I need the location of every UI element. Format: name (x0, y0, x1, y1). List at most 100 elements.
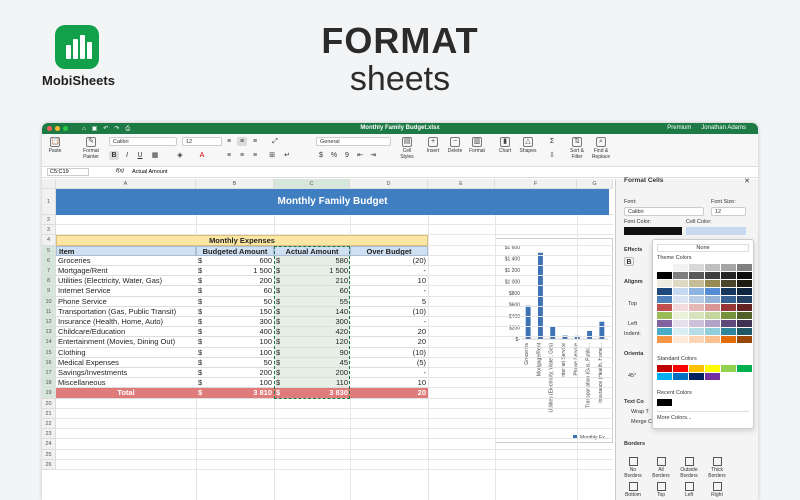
budget-cell[interactable]: $200 (196, 368, 274, 379)
fill-icon[interactable]: ⇩ (547, 151, 557, 160)
color-swatch[interactable] (737, 328, 752, 335)
budget-cell[interactable]: $400 (196, 327, 274, 338)
over-cell[interactable]: (20) (350, 255, 428, 266)
color-swatch[interactable] (673, 312, 688, 319)
color-swatch[interactable] (673, 336, 688, 343)
row-header-6[interactable]: 6 (42, 255, 56, 266)
font-color-swatch[interactable] (624, 227, 682, 235)
item-cell[interactable]: Childcare/Education (56, 327, 196, 338)
color-swatch[interactable] (657, 288, 672, 295)
row-header-7[interactable]: 7 (42, 266, 56, 277)
sort-filter-button[interactable]: ⇅ Sort & Filter (567, 137, 587, 160)
column-header-e[interactable]: E (428, 179, 495, 189)
color-swatch[interactable] (705, 296, 720, 303)
color-swatch[interactable] (721, 312, 736, 319)
color-swatch[interactable] (705, 288, 720, 295)
color-swatch[interactable] (705, 336, 720, 343)
color-swatch[interactable] (689, 320, 704, 327)
border-option-top[interactable]: Top (650, 482, 672, 498)
color-swatch[interactable] (705, 304, 720, 311)
recent-color-swatch[interactable] (657, 399, 672, 406)
budget-cell[interactable]: $300 (196, 317, 274, 328)
row-header-9[interactable]: 9 (42, 286, 56, 297)
color-swatch[interactable] (705, 373, 720, 380)
panel-font-size-select[interactable]: 12 (711, 207, 746, 216)
actual-cell[interactable]: $210 (274, 276, 350, 287)
row-header-12[interactable]: 12 (42, 317, 56, 328)
color-swatch[interactable] (673, 296, 688, 303)
actual-cell[interactable]: $1 500 (274, 266, 350, 277)
budget-cell[interactable]: $200 (196, 276, 274, 287)
item-cell[interactable]: Medical Expenses (56, 357, 196, 368)
actual-cell[interactable]: $420 (274, 327, 350, 338)
function-icon[interactable]: f(x) (116, 168, 124, 174)
font-color-icon[interactable]: A (197, 151, 207, 160)
row-header-2[interactable]: 2 (42, 215, 56, 226)
actual-cell[interactable]: $110 (274, 378, 350, 389)
no-color-option[interactable]: None (657, 244, 749, 252)
color-swatch[interactable] (689, 328, 704, 335)
row-header-11[interactable]: 11 (42, 306, 56, 317)
panel-bold-button[interactable]: B (624, 257, 634, 266)
fill-color-icon[interactable]: ◈ (175, 151, 185, 160)
budget-cell[interactable]: $100 (196, 337, 274, 348)
row-header-1[interactable]: 1 (42, 189, 56, 215)
align-middle-icon[interactable]: ≡ (237, 137, 247, 146)
over-cell[interactable]: - (350, 368, 428, 379)
color-swatch[interactable] (721, 264, 736, 271)
decrease-decimal-icon[interactable]: ⇥ (368, 151, 378, 160)
close-panel-icon[interactable]: ✕ (744, 177, 750, 185)
budget-cell[interactable]: $600 (196, 255, 274, 266)
color-swatch[interactable] (673, 328, 688, 335)
item-cell[interactable]: Mortgage/Rent (56, 266, 196, 277)
merge-cells-icon[interactable]: ⊞ (267, 151, 277, 160)
color-swatch[interactable] (689, 312, 704, 319)
border-option-outside-borders[interactable]: Outside Borders (678, 457, 700, 479)
row-header-25[interactable]: 25 (42, 449, 56, 460)
comma-button[interactable]: 9 (342, 151, 352, 160)
column-header-d[interactable]: D (350, 179, 428, 189)
color-swatch[interactable] (737, 304, 752, 311)
border-option-no-borders[interactable]: No Borders (622, 457, 644, 479)
item-cell[interactable]: Phone Service (56, 296, 196, 307)
over-cell[interactable]: 10 (350, 378, 428, 389)
delete-button[interactable]: − Delete (446, 137, 464, 154)
wrap-text-label[interactable]: Wrap T (631, 409, 649, 415)
color-swatch[interactable] (673, 320, 688, 327)
row-header-21[interactable]: 21 (42, 408, 56, 419)
over-cell[interactable]: 10 (350, 276, 428, 287)
color-swatch[interactable] (737, 288, 752, 295)
actual-cell[interactable]: $140 (274, 306, 350, 317)
find-replace-button[interactable]: ⌕ Find & Replace (590, 137, 612, 160)
item-cell[interactable]: Utilities (Electricity, Water, Gas) (56, 276, 196, 287)
color-swatch[interactable] (673, 288, 688, 295)
color-swatch[interactable] (705, 272, 720, 279)
color-swatch[interactable] (657, 296, 672, 303)
paste-button[interactable]: 📋 Paste (46, 137, 64, 154)
border-option-left[interactable]: Left (678, 482, 700, 498)
budget-cell[interactable]: $150 (196, 306, 274, 317)
autosum-icon[interactable]: Σ (547, 137, 557, 146)
column-header-f[interactable]: F (495, 179, 577, 189)
name-box[interactable]: C5:C19 (47, 168, 89, 176)
color-swatch[interactable] (705, 312, 720, 319)
number-format-select[interactable]: General (316, 137, 391, 146)
item-cell[interactable]: Insurance (Health, Home, Auto) (56, 317, 196, 328)
item-cell[interactable]: Miscellaneous (56, 378, 196, 389)
row-header-19[interactable]: 19 (42, 388, 56, 399)
column-header-c[interactable]: C (274, 179, 350, 189)
color-swatch[interactable] (737, 365, 752, 372)
expense-chart[interactable]: $1 600$1 400$1 200$1 000$800$600$400$200… (495, 238, 613, 443)
row-header-15[interactable]: 15 (42, 347, 56, 358)
color-swatch[interactable] (705, 365, 720, 372)
over-cell[interactable]: - (350, 266, 428, 277)
over-cell[interactable]: (10) (350, 347, 428, 358)
section-header[interactable]: Monthly Expenses (56, 235, 428, 246)
shapes-button[interactable]: △ Shapes (518, 137, 538, 154)
column-header-a[interactable]: A (56, 179, 196, 189)
row-header-8[interactable]: 8 (42, 276, 56, 287)
budget-cell[interactable]: $100 (196, 378, 274, 389)
color-swatch[interactable] (689, 288, 704, 295)
item-cell[interactable]: Transportation (Gas, Public Transit) (56, 306, 196, 317)
color-swatch[interactable] (689, 272, 704, 279)
